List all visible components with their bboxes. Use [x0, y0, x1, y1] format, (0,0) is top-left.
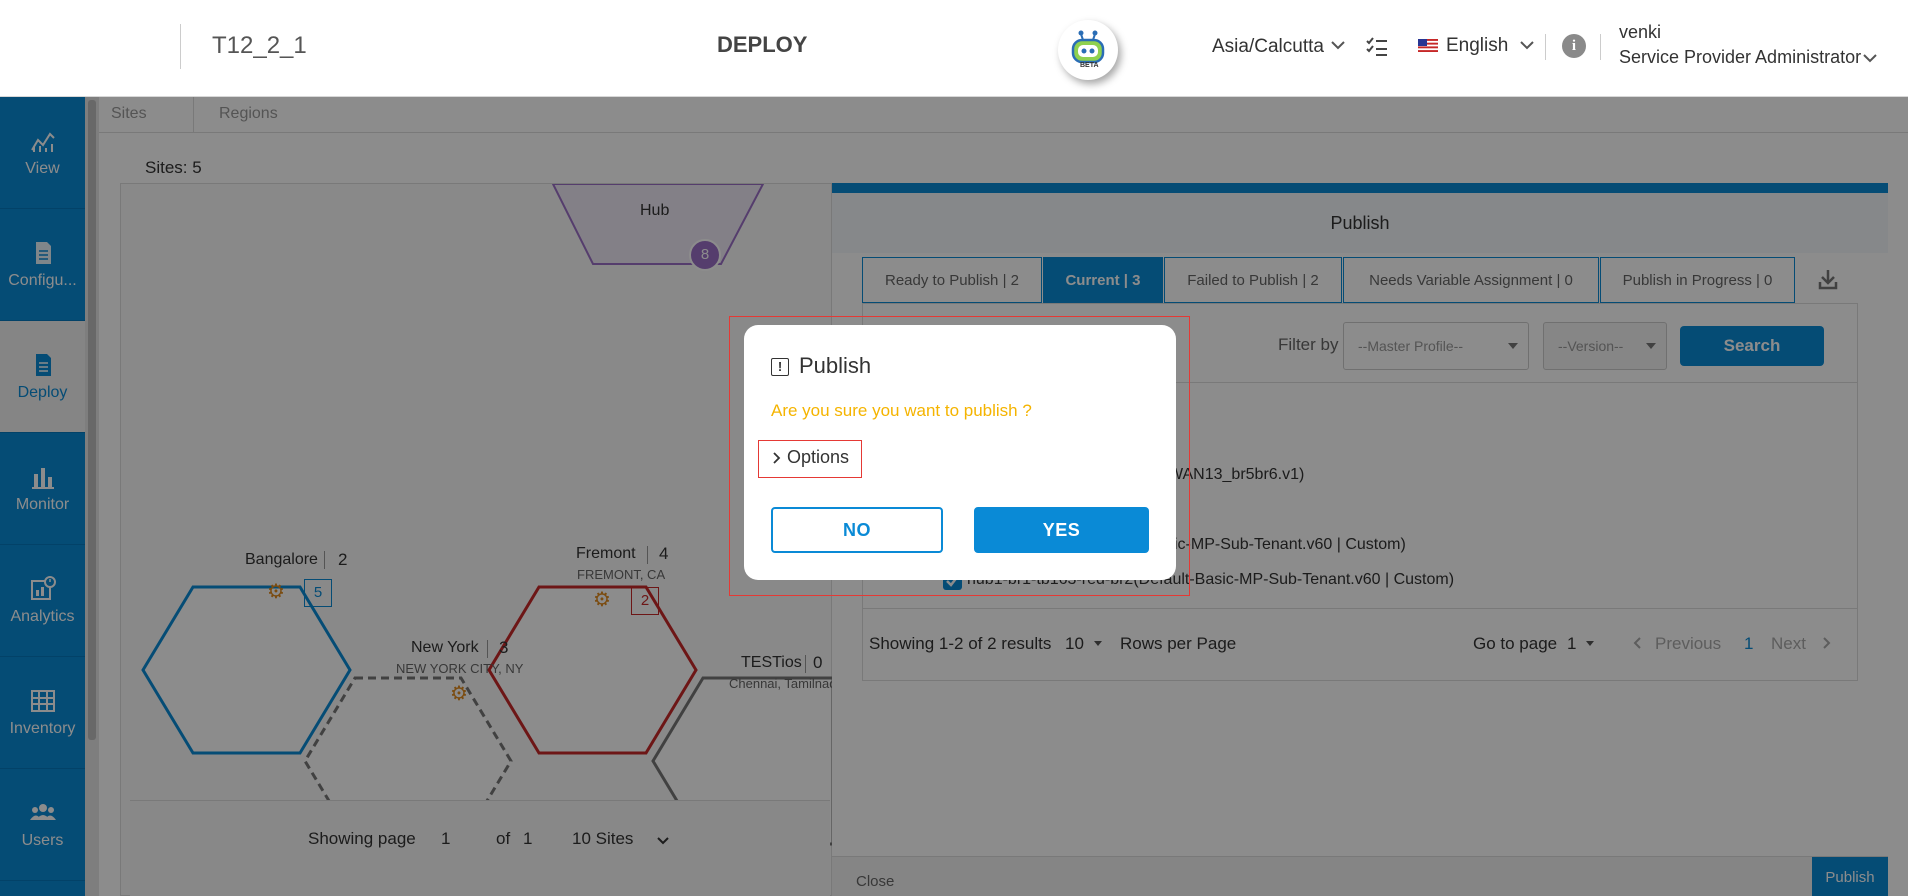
yes-button[interactable]: YES [974, 507, 1149, 553]
header-divider [1545, 34, 1546, 60]
timezone-selector[interactable]: Asia/Calcutta [1212, 36, 1324, 58]
timezone-chevron-down-icon[interactable] [1330, 40, 1346, 50]
page-title: DEPLOY [717, 32, 808, 57]
project-name: T12_2_1 [212, 32, 307, 59]
dialog-title: Publish [799, 353, 872, 378]
header-divider [1600, 34, 1601, 60]
assistant-robot-icon[interactable]: BETA [1058, 20, 1118, 80]
beta-badge: BETA [1080, 62, 1099, 69]
language-chevron-down-icon[interactable] [1519, 40, 1535, 50]
user-menu-chevron-down-icon[interactable] [1862, 53, 1878, 63]
dialog-message: Are you sure you want to publish ? [771, 401, 1032, 420]
user-name[interactable]: venki [1619, 22, 1661, 43]
user-role[interactable]: Service Provider Administrator [1619, 47, 1861, 68]
language-selector[interactable]: English [1446, 35, 1508, 57]
options-highlight-outline [758, 440, 862, 478]
header-divider [180, 24, 181, 69]
info-icon[interactable]: i [1562, 34, 1586, 58]
task-list-icon[interactable] [1366, 37, 1388, 57]
us-flag-icon [1418, 39, 1438, 52]
top-header: T12_2_1 DEPLOY BETA Asia/Calcutta Englis… [0, 0, 1908, 97]
alert-icon: ! [771, 358, 789, 376]
no-button[interactable]: NO [771, 507, 943, 553]
